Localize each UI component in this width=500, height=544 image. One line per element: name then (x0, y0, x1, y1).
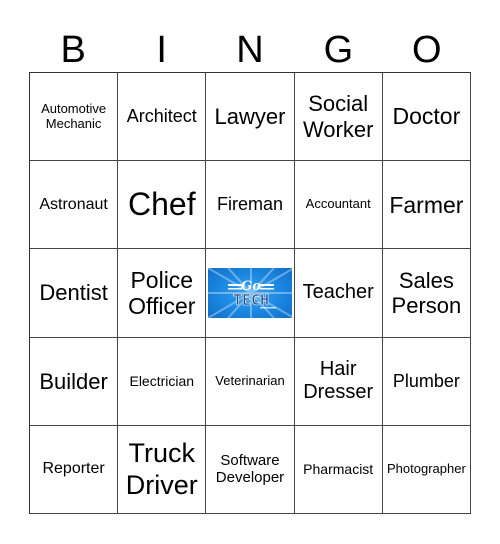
bingo-cell[interactable]: Sales Person (382, 249, 471, 338)
header-letter-n: N (236, 29, 264, 71)
bingo-cell[interactable]: Photographer (382, 425, 471, 514)
bingo-cell[interactable]: Accountant (294, 161, 383, 250)
bingo-cell[interactable]: Architect (118, 73, 207, 162)
bingo-cell[interactable]: Truck Driver (118, 425, 207, 514)
bingo-cell[interactable]: Fireman (206, 161, 295, 250)
bingo-cell[interactable]: Software Developer (206, 425, 295, 514)
bingo-cell[interactable]: Veterinarian (206, 337, 295, 426)
bingo-cell[interactable]: Social Worker (294, 73, 383, 162)
bingo-cell[interactable]: Dentist (30, 249, 119, 338)
bingo-cell[interactable]: Doctor (382, 73, 471, 162)
bingo-cell[interactable]: Reporter (30, 425, 119, 514)
free-space-cell[interactable]: Go TECH (206, 249, 295, 338)
bingo-cell[interactable]: Police Officer (118, 249, 207, 338)
header-letter-i: I (156, 29, 167, 71)
bingo-cell[interactable]: Electrician (118, 337, 207, 426)
bingo-cell[interactable]: Chef (118, 161, 207, 250)
bingo-cell[interactable]: Farmer (382, 161, 471, 250)
bingo-cell[interactable]: Lawyer (206, 73, 295, 162)
bingo-cell[interactable]: Automotive Mechanic (30, 73, 119, 162)
bingo-cell[interactable]: Teacher (294, 249, 383, 338)
header-letter-o: O (412, 29, 442, 71)
go-tech-logo-icon: Go TECH (208, 267, 292, 318)
header-letter-g: G (323, 29, 354, 71)
header-letter-b: B (60, 29, 86, 71)
bingo-cell[interactable]: Plumber (382, 337, 471, 426)
logo-tech-text: TECH (233, 291, 269, 309)
bingo-cell[interactable]: Hair Dresser (294, 337, 383, 426)
bingo-cell[interactable]: Pharmacist (294, 425, 383, 514)
bingo-board: Automotive Mechanic Architect Lawyer Soc… (29, 72, 471, 514)
bingo-cell[interactable]: Builder (30, 337, 119, 426)
bingo-cell[interactable]: Astronaut (30, 161, 119, 250)
bingo-header: B I N G O (29, 28, 471, 72)
